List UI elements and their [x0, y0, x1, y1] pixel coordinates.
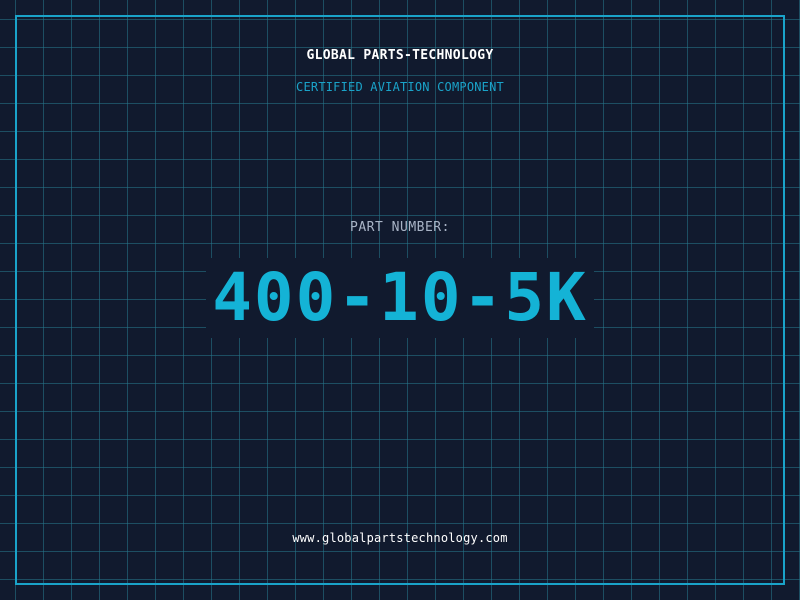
tagline: CERTIFIED AVIATION COMPONENT [296, 80, 504, 94]
part-number-container: 400-10-5K [0, 258, 800, 338]
company-name: GLOBAL PARTS-TECHNOLOGY [306, 48, 494, 63]
part-number-label: PART NUMBER: [350, 220, 450, 235]
website-url: www.globalpartstechnology.com [292, 531, 508, 545]
part-number-value: 400-10-5K [206, 258, 594, 338]
